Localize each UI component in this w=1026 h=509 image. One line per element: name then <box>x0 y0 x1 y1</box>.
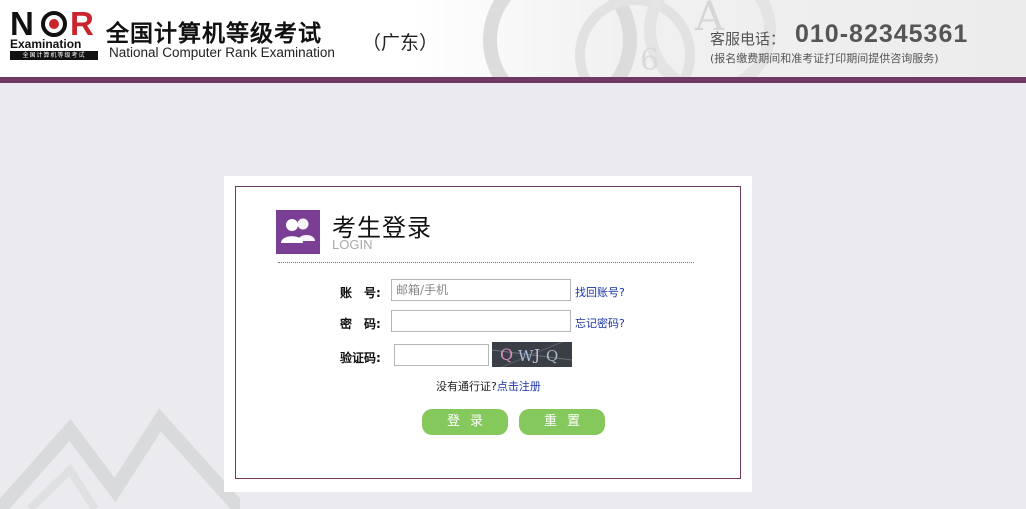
account-label: 账 号: <box>340 286 381 300</box>
register-prompt: 没有通行证? <box>436 380 497 393</box>
account-input[interactable] <box>391 279 571 301</box>
logo-word: Examination <box>10 37 82 51</box>
phone-note: (报名缴费期间和准考证打印期间提供咨询服务) <box>710 52 939 65</box>
captcha-input[interactable] <box>394 344 489 366</box>
svg-text:Q: Q <box>546 347 558 365</box>
header-divider <box>0 77 1026 83</box>
password-input[interactable] <box>391 310 571 332</box>
svg-text:Q: Q <box>500 345 513 364</box>
svg-text:R: R <box>70 8 94 38</box>
svg-text:N: N <box>10 8 32 38</box>
login-subtitle: LOGIN <box>332 237 373 252</box>
svg-text:W: W <box>518 347 534 365</box>
ncr-logo-mark: N R <box>10 5 94 42</box>
reset-button[interactable]: 重置 <box>519 409 605 435</box>
phone-label: 客服电话： <box>710 30 786 48</box>
forgot-password-link[interactable]: 忘记密码? <box>575 315 625 331</box>
register-link[interactable]: 点击注册 <box>497 380 541 393</box>
find-account-link[interactable]: 找回账号? <box>575 284 625 300</box>
login-form: 考生登录 LOGIN 账 号: 找回账号? 密 码: 忘记密码? 验证码: Q … <box>235 186 741 479</box>
svg-text:6: 6 <box>640 43 659 77</box>
login-panel: 考生登录 LOGIN 账 号: 找回账号? 密 码: 忘记密码? 验证码: Q … <box>224 176 752 492</box>
password-label: 密 码: <box>340 317 381 331</box>
captcha-label: 验证码: <box>340 351 381 365</box>
site-title: 全国计算机等级考试 <box>106 21 322 47</box>
captcha-image[interactable]: Q W J Q <box>491 341 573 368</box>
logo-subtext: 全国计算机等级考试 <box>10 51 98 60</box>
users-icon <box>276 210 320 254</box>
title-divider <box>278 262 694 263</box>
site-subtitle: National Computer Rank Examination <box>109 45 335 60</box>
login-button[interactable]: 登录 <box>422 409 508 435</box>
phone-number: 010-82345361 <box>795 20 969 48</box>
svg-text:J: J <box>532 346 540 364</box>
region-label: （广东） <box>362 32 439 54</box>
background-mountains <box>0 408 240 509</box>
ncr-logo[interactable]: N R Examination 全国计算机等级考试 <box>10 5 98 60</box>
register-line: 没有通行证?点击注册 <box>436 378 541 394</box>
page-header: A 6 N R Examination 全国计算机等级考试 全国计算机等级考试 … <box>0 0 1026 77</box>
